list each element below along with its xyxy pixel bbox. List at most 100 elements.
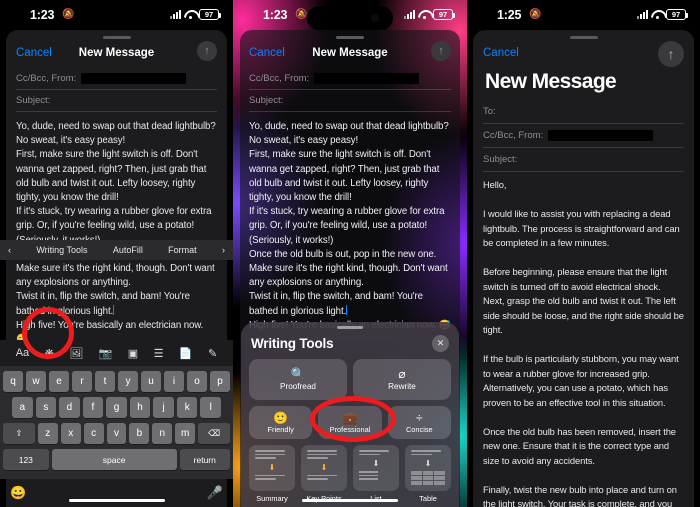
key-d[interactable]: d (59, 397, 80, 418)
document-scan-icon[interactable]: ▣ (128, 347, 138, 360)
list-card[interactable]: ⬇ List (353, 445, 399, 503)
file-icon[interactable]: 📄 (179, 347, 193, 360)
markup-pen-icon[interactable]: ✎ (208, 347, 217, 360)
format-menu-item[interactable]: Format (168, 245, 197, 255)
key-b[interactable]: b (129, 423, 150, 444)
photos-icon[interactable]: 🖼 (69, 347, 83, 360)
text-format-icon[interactable]: ☰ (154, 347, 164, 360)
to-field[interactable]: To: (483, 100, 684, 124)
message-body-1[interactable]: Yo, dude, need to swap out that dead lig… (6, 112, 227, 347)
key-f[interactable]: f (82, 397, 104, 418)
key-m[interactable]: m (175, 423, 196, 444)
autofill-menu-item[interactable]: AutoFill (113, 245, 143, 255)
send-button[interactable]: ↑ (431, 41, 451, 61)
page-title: New Message (78, 47, 155, 59)
next-suggestion-button[interactable]: › (222, 245, 225, 255)
summary-label: Summary (256, 494, 288, 503)
briefcase-icon: 💼 (342, 410, 358, 425)
ccbcc-label: Cc/Bcc, From: (483, 130, 544, 141)
concise-tone-button[interactable]: ÷ Concise (387, 406, 451, 439)
subject-field[interactable]: Subject: (16, 90, 217, 112)
smiley-face-icon: 🙂 (273, 410, 289, 425)
status-indicators: 97 (637, 9, 688, 20)
send-button[interactable]: ↑ (197, 41, 217, 61)
status-time: 1:23 (30, 8, 55, 22)
key-h[interactable]: h (129, 397, 151, 418)
key-points-doc-icon: ⬇ (301, 445, 347, 491)
status-time: 1:25 (497, 8, 522, 22)
ccbcc-field[interactable]: Cc/Bcc, From: (249, 68, 451, 90)
return-key[interactable]: return (179, 449, 230, 470)
download-arrow-icon: ⬇ (372, 459, 380, 469)
microphone-icon[interactable]: 🎤 (207, 485, 223, 501)
screenshot-stage: 1:23 🔕 97 Cancel New Message ↑ Cc/Bcc, F… (0, 0, 700, 507)
key-w[interactable]: w (26, 371, 46, 392)
friendly-tone-button[interactable]: 🙂 Friendly (249, 406, 313, 439)
prev-suggestion-button[interactable]: ‹ (8, 245, 11, 255)
camera-icon[interactable]: 📷 (99, 347, 113, 360)
subject-field[interactable]: Subject: (249, 90, 451, 112)
cancel-button[interactable]: Cancel (483, 47, 519, 59)
table-card[interactable]: ⬇ Table (405, 445, 451, 503)
key-y[interactable]: y (118, 371, 138, 392)
proofread-button[interactable]: 🔍 Proofread (249, 359, 347, 400)
key-q[interactable]: q (3, 371, 23, 392)
download-arrow-icon: ⬇ (268, 462, 276, 472)
message-body-2[interactable]: Yo, dude, need to swap out that dead lig… (239, 112, 461, 333)
keyboard: q w e r t y u i o p a s d f g h j k l ⇧ … (0, 366, 233, 479)
list-doc-icon: ⬇ (353, 445, 399, 491)
professional-tone-button[interactable]: 💼 Professional (318, 406, 382, 439)
key-e[interactable]: e (49, 371, 69, 392)
key-i[interactable]: i (164, 371, 184, 392)
subject-field[interactable]: Subject: (483, 148, 684, 172)
key-n[interactable]: n (152, 423, 173, 444)
numbers-key[interactable]: 123 (3, 449, 49, 470)
shift-key[interactable]: ⇧ (2, 423, 35, 444)
body-paragraph-2: Before beginning, please ensure that the… (483, 266, 687, 335)
download-arrow-icon: ⬇ (424, 459, 432, 469)
key-x[interactable]: x (60, 423, 81, 444)
table-label: Table (419, 494, 437, 503)
ccbcc-field[interactable]: Cc/Bcc, From: (483, 124, 684, 148)
summary-card[interactable]: ⬇ Summary (249, 445, 295, 503)
suggestion-bar: ‹ Writing Tools AutoFill Format › (0, 240, 233, 260)
key-r[interactable]: r (72, 371, 92, 392)
key-p[interactable]: p (210, 371, 230, 392)
writing-tools-menu-item[interactable]: Writing Tools (36, 245, 87, 255)
ccbcc-field[interactable]: Cc/Bcc, From: (16, 68, 217, 90)
message-body-3[interactable]: Hello, I would like to assist you with r… (473, 172, 694, 507)
friendly-label: Friendly (267, 424, 294, 434)
send-button[interactable]: ↑ (658, 41, 684, 67)
key-s[interactable]: s (35, 397, 57, 418)
backspace-key[interactable]: ⌫ (198, 423, 231, 444)
writing-tools-grabber[interactable] (337, 326, 363, 329)
battery-level: 97 (671, 10, 681, 19)
proofread-label: Proofread (280, 382, 316, 391)
key-o[interactable]: o (187, 371, 207, 392)
key-c[interactable]: c (83, 423, 104, 444)
key-g[interactable]: g (106, 397, 127, 418)
page-title: New Message (312, 47, 388, 59)
space-key[interactable]: space (51, 449, 177, 470)
key-k[interactable]: k (176, 397, 198, 418)
text-caret (346, 304, 348, 315)
text-size-aa-button[interactable]: Aa (16, 347, 29, 359)
rewrite-button[interactable]: ⌀ Rewrite (353, 359, 451, 400)
key-l[interactable]: l (200, 397, 222, 418)
battery-level: 97 (204, 10, 214, 19)
close-x-icon[interactable]: ✕ (432, 335, 449, 352)
key-points-card[interactable]: ⬇ Key Points (301, 445, 347, 503)
key-t[interactable]: t (95, 371, 115, 392)
apple-intelligence-sparkle-icon[interactable]: ❋ (45, 347, 54, 360)
key-a[interactable]: a (11, 397, 33, 418)
key-v[interactable]: v (106, 423, 127, 444)
wifi-icon (651, 10, 663, 19)
table-doc-icon: ⬇ (405, 445, 451, 491)
emoji-smiley-icon[interactable]: 😀 (10, 485, 26, 501)
key-z[interactable]: z (37, 423, 58, 444)
key-j[interactable]: j (153, 397, 174, 418)
key-u[interactable]: u (141, 371, 161, 392)
status-bar-1: 1:23 🔕 97 (0, 0, 233, 30)
battery-level: 97 (438, 10, 448, 19)
cellular-signal-icon (404, 10, 415, 19)
